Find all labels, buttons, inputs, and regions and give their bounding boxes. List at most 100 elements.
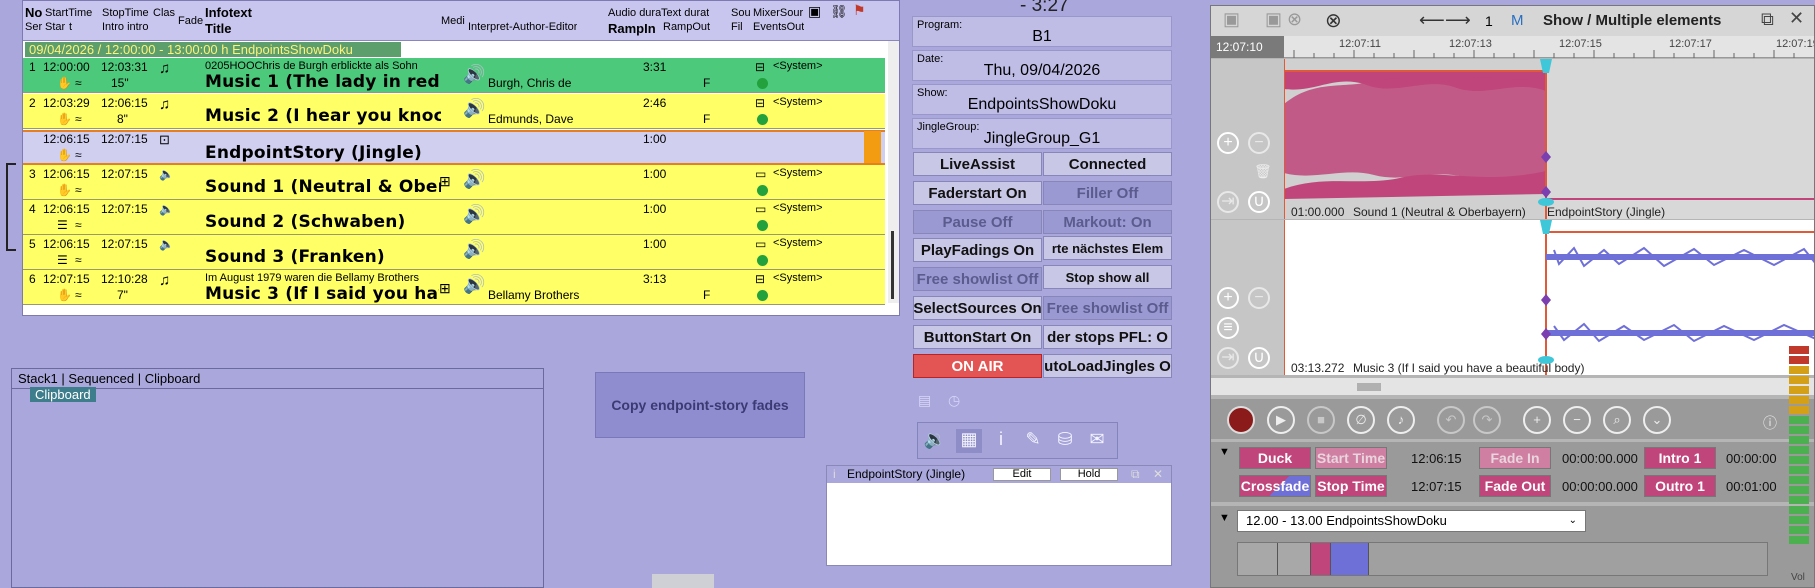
add-icon[interactable]: + (1217, 132, 1239, 154)
timeline-ruler[interactable]: 12:07:10 12:07:11 12:07:13 12:07:15 12:0… (1211, 36, 1814, 58)
grid-icon[interactable]: ▣ (808, 5, 821, 18)
speaker-icon[interactable]: 🔊 (463, 64, 485, 85)
clock-icon[interactable]: ◷ (948, 392, 960, 409)
fader-stops-pfl-button[interactable]: der stops PFL: O (1043, 325, 1172, 349)
remove-icon[interactable]: − (1248, 132, 1270, 154)
grey-tab[interactable] (652, 574, 714, 588)
close-icon[interactable]: ✕ (1789, 8, 1804, 29)
filler-button[interactable]: Filler Off (1043, 181, 1172, 205)
link-icon[interactable]: ⛓ (830, 5, 848, 18)
on-air-button[interactable]: ON AIR (913, 354, 1042, 378)
hold-button[interactable]: Hold (1060, 468, 1118, 481)
remove-icon[interactable]: − (1248, 287, 1270, 309)
show-select[interactable]: 12.00 - 13.00 EndpointsShowDoku ⌄ (1237, 510, 1586, 532)
table-row-story[interactable]: 12:06:15 12:07:15 ⊡ ✋ ≈ EndpointStory (J… (23, 130, 885, 165)
waveform-edit-icon[interactable]: ▦ (956, 429, 982, 453)
col-sou[interactable]: Sou (731, 7, 751, 20)
fade-out-button[interactable]: Fade Out (1479, 475, 1551, 497)
duck-button[interactable]: Duck (1239, 447, 1311, 469)
connected-button[interactable]: Connected (1043, 152, 1172, 176)
undo-button[interactable]: ↶ (1437, 406, 1465, 434)
speaker-icon[interactable]: 🔊 (463, 239, 485, 260)
add-icon[interactable]: + (1217, 287, 1239, 309)
element-thumbnails[interactable] (1237, 542, 1768, 576)
stop-time-button[interactable]: Stop Time (1315, 475, 1387, 497)
crossfade-button[interactable]: Crossfade (1239, 475, 1311, 497)
popout-icon[interactable]: ⧉ (1131, 466, 1140, 483)
playlist-scrollbar[interactable] (888, 41, 899, 303)
play-button[interactable]: ▶ (1267, 406, 1295, 434)
info-icon[interactable]: i (988, 429, 1014, 453)
col-clas[interactable]: Clas (153, 7, 175, 20)
info-icon[interactable]: ⓘ (1763, 413, 1777, 433)
export-icon[interactable]: ⇥ (1217, 191, 1239, 213)
volume-icon[interactable]: 🔉 (922, 429, 948, 453)
clipboard-item[interactable]: Clipboard (30, 387, 96, 402)
thumb-item[interactable] (1238, 543, 1278, 575)
save-icon[interactable]: ▤ (918, 392, 931, 409)
thumb-item[interactable] (1311, 543, 1331, 575)
auto-load-jingles-button[interactable]: utoLoadJingles O (1043, 354, 1172, 378)
col-audio-dura[interactable]: Audio dura (608, 7, 661, 20)
col-starttime[interactable]: StartTime (45, 7, 92, 20)
table-row[interactable]: 2 12:03:29 12:06:15 8" ♫ ✋ ≈ Music 2 (I … (23, 94, 885, 129)
start-next-element-button[interactable]: rte nächstes Elem (1043, 236, 1172, 260)
redo-button[interactable]: ↷ (1473, 406, 1501, 434)
zoom-in-button[interactable]: + (1523, 406, 1551, 434)
chevron-down-icon[interactable]: ⌄ (1569, 511, 1577, 531)
save-as-icon[interactable]: ▣ (1265, 9, 1282, 30)
add-audio-button[interactable]: ♪ (1387, 406, 1415, 434)
col-infotext[interactable]: Infotext (205, 5, 252, 20)
col-text-durat[interactable]: Text durat (661, 7, 709, 20)
back-arrow-icon[interactable]: ⟵ (1419, 10, 1445, 31)
col-interpret[interactable]: Interpret-Author-Editor (468, 21, 577, 34)
insert-icon[interactable]: ≡ (1217, 317, 1239, 339)
thumb-item[interactable] (1331, 543, 1369, 575)
free-showlist-2-button[interactable]: Free showlist Off (1043, 296, 1172, 320)
copy-endpoint-fades-button[interactable]: Copy endpoint-story fades (595, 372, 805, 438)
start-time-button[interactable]: Start Time (1315, 447, 1387, 469)
speaker-icon[interactable]: 🔊 (463, 204, 485, 225)
table-row[interactable]: 4 12:06:15 12:07:15 🔈 ☰ ≈ Sound 2 (Schwa… (23, 200, 885, 235)
playlist-grid[interactable]: No Ser StartTime Star t StopTime Intro i… (22, 0, 900, 316)
live-assist-button[interactable]: LiveAssist (913, 152, 1042, 176)
lane-sound1[interactable]: + − 🗑 ⇥ ∪ 01:00.000 Sound 1 (Neutral & O… (1211, 59, 1815, 219)
collapse-icon[interactable]: ▼ (1219, 512, 1230, 524)
select-sources-button[interactable]: SelectSources On (913, 296, 1042, 320)
waveform-lane1[interactable] (1284, 59, 1815, 219)
editor-hscroll[interactable] (1211, 378, 1814, 395)
speaker-icon[interactable]: 🔊 (463, 274, 485, 295)
playfadings-button[interactable]: PlayFadings On (913, 238, 1042, 262)
pin-icon[interactable]: ⚑ (853, 4, 866, 17)
table-row[interactable]: 1 12:00:00 12:03:31 15" ♫ ✋ ≈ 0205HOOChr… (23, 58, 885, 93)
stop-button[interactable]: ■ (1307, 406, 1335, 434)
export-icon[interactable]: ⇥ (1217, 347, 1239, 369)
edit-button[interactable]: Edit (993, 468, 1051, 481)
table-row[interactable]: 6 12:07:15 12:10:28 7" ♫ ✋ ≈ Im August 1… (23, 270, 885, 305)
comment-icon[interactable]: ✉ (1084, 429, 1110, 453)
col-medi[interactable]: Medi (441, 15, 465, 28)
pause-button[interactable]: Pause Off (913, 210, 1042, 234)
intro1-button[interactable]: Intro 1 (1644, 447, 1716, 469)
col-fade[interactable]: Fade (178, 15, 203, 28)
stop-show-all-button[interactable]: Stop show all (1043, 265, 1172, 289)
scroll-thumb[interactable] (1357, 383, 1381, 391)
zoom-out-button[interactable]: − (1563, 406, 1591, 434)
col-no[interactable]: No (25, 5, 42, 20)
close-circle-icon[interactable]: ⊗ (1325, 8, 1342, 33)
col-ser[interactable]: Ser (25, 21, 42, 34)
outro1-button[interactable]: Outro 1 (1644, 475, 1716, 497)
forward-arrow-icon[interactable]: ⟶ (1445, 10, 1471, 31)
table-row[interactable]: 5 12:06:15 12:07:15 🔈 ☰ ≈ Sound 3 (Frank… (23, 235, 885, 270)
mute-button[interactable]: ∅ (1347, 406, 1375, 434)
col-mixer[interactable]: MixerSour (753, 7, 803, 20)
zoom-fit-button[interactable]: ⌕ (1603, 406, 1631, 434)
popout-icon[interactable]: ⧉ (1761, 9, 1774, 30)
button-start-button[interactable]: ButtonStart On (913, 325, 1042, 349)
free-showlist-button[interactable]: Free showlist Off (913, 267, 1042, 291)
save-icon[interactable]: ▣ (1223, 9, 1240, 30)
waveform-lane2[interactable] (1284, 220, 1815, 375)
thumb-item[interactable] (1278, 543, 1311, 575)
col-title[interactable]: Title (205, 21, 232, 36)
fade-curve-icon[interactable]: ∪ (1248, 347, 1270, 369)
